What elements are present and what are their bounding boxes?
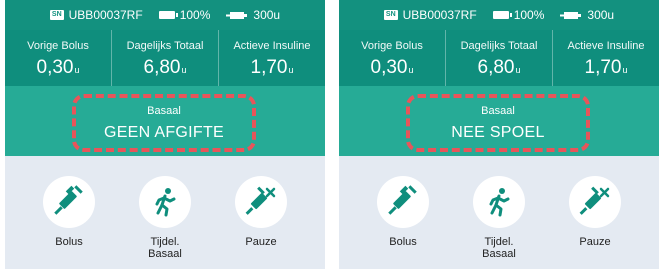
syringe-pause-icon (579, 186, 610, 215)
stat-value-wrap: 1,70u (553, 57, 659, 79)
bolus-button[interactable]: Bolus (29, 176, 109, 248)
stat-value: 1,70 (250, 57, 288, 78)
stat-value-wrap: 1,70u (219, 57, 325, 79)
temp-basal-icon-circle[interactable] (139, 176, 191, 228)
basal-highlight-box: Basaal NEE SPOEL (406, 94, 590, 152)
stat-unit: u (288, 65, 294, 75)
stat-unit: u (622, 65, 628, 75)
basal-value: NEE SPOEL (451, 124, 545, 141)
stat-unit: u (515, 65, 521, 75)
stat-label: Dagelijks Totaal (460, 40, 538, 52)
stat-unit: u (181, 65, 187, 75)
reservoir-icon (560, 11, 582, 19)
bolus-label: Bolus (55, 236, 83, 248)
serial-text: UBB00037RF (68, 8, 143, 22)
basal-value: GEEN AFGIFTE (103, 124, 225, 141)
stat-value-wrap: 6,80u (446, 57, 552, 79)
action-bar: Bolus Tijdel. Basaal Pauze (339, 156, 659, 269)
reservoir-status: 300u (226, 8, 280, 22)
stat-value-wrap: 0,30u (5, 57, 111, 79)
stat-active-insulin: Actieve Insuline 1,70u (553, 30, 659, 86)
pause-button[interactable]: Pauze (221, 176, 301, 248)
syringe-icon (388, 185, 417, 215)
pump-screen-right: SN UBB00037RF 100% 300u Vorige Bolus 0,3… (339, 0, 659, 269)
pause-label: Pauze (245, 236, 277, 248)
stat-value: 0,30 (36, 57, 74, 78)
action-bar: Bolus Tijdel. Basaal Pauze (5, 156, 325, 269)
temp-basal-button[interactable]: Tijdel. Basaal (459, 176, 539, 260)
pump-screen-left: SN UBB00037RF 100% 300u Vorige Bolus 0,3… (5, 0, 325, 269)
bolus-icon-circle[interactable] (43, 176, 95, 228)
stat-previous-bolus: Vorige Bolus 0,30u (339, 30, 446, 86)
stat-value: 0,30 (370, 57, 408, 78)
bolus-label: Bolus (389, 236, 417, 248)
temp-basal-label-line1: Tijdel. (150, 236, 180, 248)
status-bar: SN UBB00037RF 100% 300u (339, 0, 659, 30)
syringe-pause-icon (245, 186, 276, 215)
pause-icon-circle[interactable] (569, 176, 621, 228)
temp-basal-icon-circle[interactable] (473, 176, 525, 228)
stat-unit: u (74, 65, 80, 75)
basal-panel: Basaal GEEN AFGIFTE (5, 86, 325, 156)
stat-active-insulin: Actieve Insuline 1,70u (219, 30, 325, 86)
stat-label: Actieve Insuline (233, 40, 311, 52)
sn-badge-icon: SN (49, 10, 64, 20)
serial-text: UBB00037RF (402, 8, 477, 22)
pause-icon-circle[interactable] (235, 176, 287, 228)
serial-number: SN UBB00037RF (383, 8, 477, 22)
running-person-icon (155, 188, 176, 217)
battery-status: 100% (158, 8, 211, 22)
reservoir-text: 300u (253, 8, 281, 22)
bolus-icon-circle[interactable] (377, 176, 429, 228)
basal-label: Basaal (481, 105, 515, 117)
syringe-icon (54, 185, 83, 215)
temp-basal-label: Tijdel. Basaal (459, 236, 539, 260)
reservoir-text: 300u (587, 8, 615, 22)
stat-label: Vorige Bolus (361, 40, 423, 52)
stats-panel: Vorige Bolus 0,30u Dagelijks Totaal 6,80… (5, 30, 325, 86)
temp-basal-label-line1: Tijdel. (484, 236, 514, 248)
temp-basal-label: Tijdel. Basaal (125, 236, 205, 260)
pause-label: Pauze (579, 236, 611, 248)
basal-highlight-box: Basaal GEEN AFGIFTE (72, 94, 256, 152)
temp-basal-label-line2: Basaal (482, 248, 516, 260)
basal-label: Basaal (147, 105, 181, 117)
status-bar: SN UBB00037RF 100% 300u (5, 0, 325, 30)
sn-badge-icon: SN (383, 10, 398, 20)
temp-basal-button[interactable]: Tijdel. Basaal (125, 176, 205, 260)
stat-value-wrap: 0,30u (339, 57, 445, 79)
stat-label: Actieve Insuline (567, 40, 645, 52)
battery-status: 100% (492, 8, 545, 22)
stat-value: 6,80 (143, 57, 181, 78)
reservoir-icon (226, 11, 248, 19)
stat-value: 1,70 (584, 57, 622, 78)
stat-unit: u (408, 65, 414, 75)
stat-daily-total: Dagelijks Totaal 6,80u (112, 30, 219, 86)
pause-button[interactable]: Pauze (555, 176, 635, 248)
battery-text: 100% (513, 8, 545, 22)
basal-panel: Basaal NEE SPOEL (339, 86, 659, 156)
battery-icon (158, 11, 178, 19)
stat-daily-total: Dagelijks Totaal 6,80u (446, 30, 553, 86)
stat-previous-bolus: Vorige Bolus 0,30u (5, 30, 112, 86)
battery-text: 100% (179, 8, 211, 22)
serial-number: SN UBB00037RF (49, 8, 143, 22)
reservoir-status: 300u (560, 8, 614, 22)
stat-value: 6,80 (477, 57, 515, 78)
running-person-icon (489, 188, 510, 217)
bolus-button[interactable]: Bolus (363, 176, 443, 248)
stat-label: Vorige Bolus (27, 40, 89, 52)
stats-panel: Vorige Bolus 0,30u Dagelijks Totaal 6,80… (339, 30, 659, 86)
stat-value-wrap: 6,80u (112, 57, 218, 79)
temp-basal-label-line2: Basaal (148, 248, 182, 260)
stat-label: Dagelijks Totaal (126, 40, 204, 52)
battery-icon (492, 11, 512, 19)
